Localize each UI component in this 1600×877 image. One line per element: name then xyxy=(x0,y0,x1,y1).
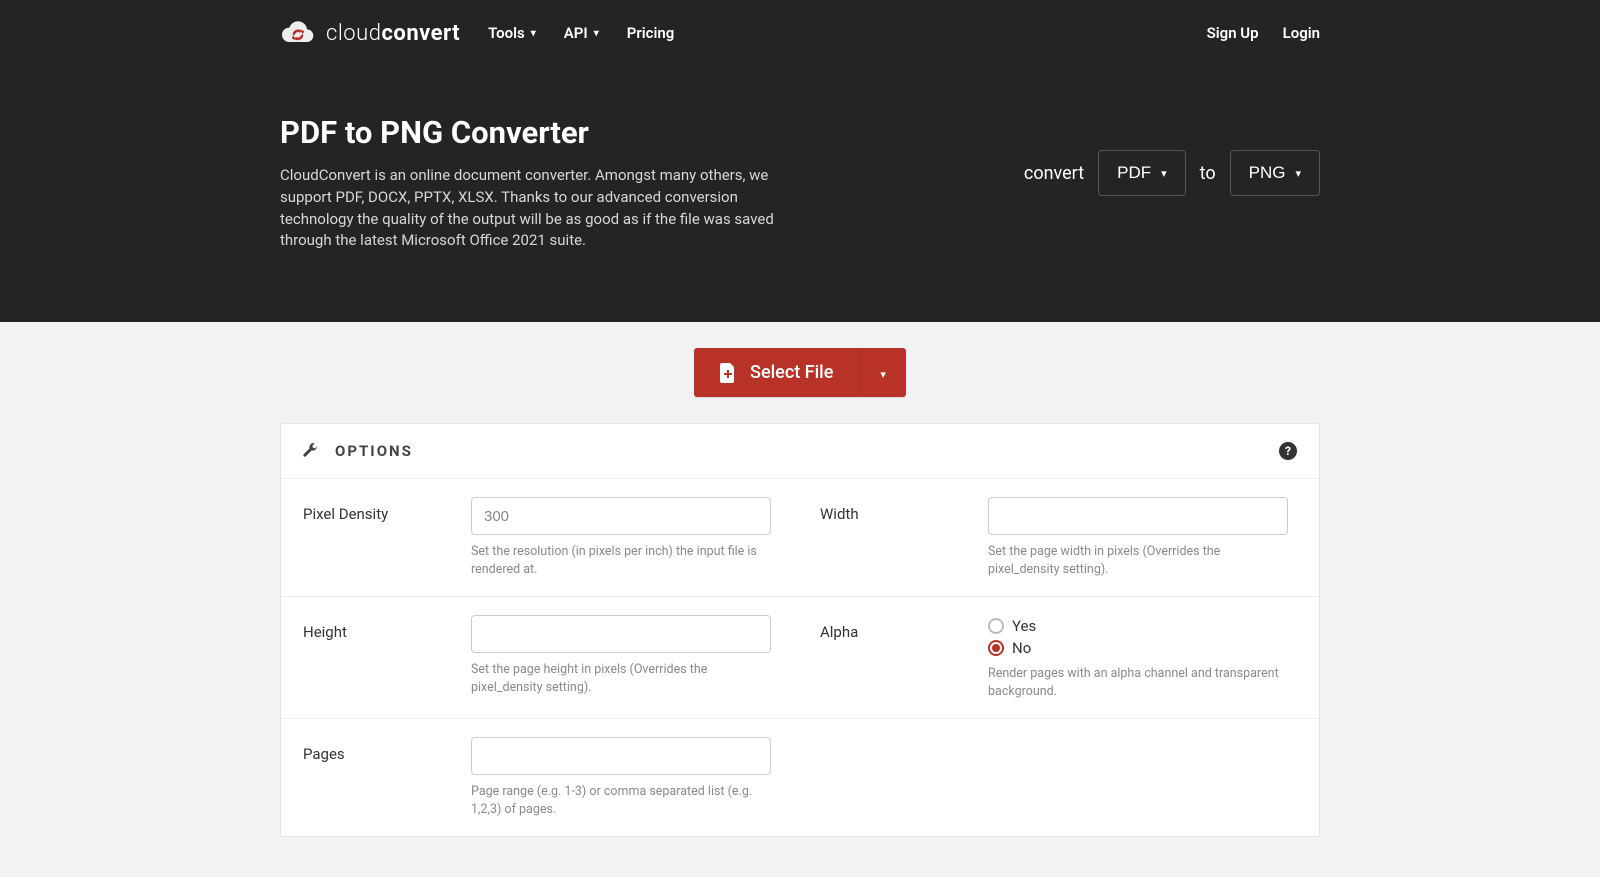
options-title: OPTIONS xyxy=(335,442,413,460)
file-add-icon xyxy=(720,363,736,383)
format-picker: convert PDF▾ to PNG▾ xyxy=(1024,114,1320,196)
nav-login[interactable]: Login xyxy=(1283,24,1320,42)
nav-pricing[interactable]: Pricing xyxy=(627,24,675,42)
help-icon[interactable]: ? xyxy=(1279,442,1297,460)
pages-input[interactable] xyxy=(471,737,771,775)
wrench-icon xyxy=(303,443,319,459)
alpha-label: Alpha xyxy=(820,615,970,700)
select-file-button-group: Select File ▾ xyxy=(694,348,906,397)
pixel-density-help: Set the resolution (in pixels per inch) … xyxy=(471,543,771,578)
alpha-help: Render pages with an alpha channel and t… xyxy=(988,665,1288,700)
radio-icon xyxy=(988,640,1004,656)
nav-api[interactable]: API▾ xyxy=(564,24,599,42)
height-label: Height xyxy=(303,615,453,700)
nav-tools[interactable]: Tools▾ xyxy=(488,24,536,42)
chevron-down-icon: ▾ xyxy=(594,28,599,39)
top-nav: cloudconvert Tools▾ API▾ Pricing Sign Up… xyxy=(0,0,1600,66)
chevron-down-icon: ▾ xyxy=(1161,167,1167,180)
select-file-button[interactable]: Select File xyxy=(694,348,859,397)
convert-label: convert xyxy=(1024,163,1084,184)
width-input[interactable] xyxy=(988,497,1288,535)
pages-label: Pages xyxy=(303,737,453,818)
height-input[interactable] xyxy=(471,615,771,653)
pixel-density-label: Pixel Density xyxy=(303,497,453,578)
chevron-down-icon: ▾ xyxy=(531,28,536,39)
nav-signup[interactable]: Sign Up xyxy=(1207,24,1259,42)
main-nav: Tools▾ API▾ Pricing xyxy=(488,24,674,42)
page-description: CloudConvert is an online document conve… xyxy=(280,165,800,252)
radio-icon xyxy=(988,618,1004,634)
chevron-down-icon: ▾ xyxy=(1295,167,1301,180)
options-panel: OPTIONS ? Pixel Density Set the resoluti… xyxy=(280,423,1320,837)
alpha-no-radio[interactable]: No xyxy=(988,639,1297,657)
logo[interactable]: cloudconvert xyxy=(280,19,460,47)
logo-cloud-icon xyxy=(280,19,316,47)
width-label: Width xyxy=(820,497,970,578)
hero: PDF to PNG Converter CloudConvert is an … xyxy=(0,66,1600,322)
from-format-button[interactable]: PDF▾ xyxy=(1098,150,1186,196)
pixel-density-input[interactable] xyxy=(471,497,771,535)
to-label: to xyxy=(1200,163,1216,184)
select-file-dropdown[interactable]: ▾ xyxy=(859,349,906,396)
to-format-button[interactable]: PNG▾ xyxy=(1230,150,1320,196)
chevron-down-icon: ▾ xyxy=(880,368,886,381)
logo-text: cloudconvert xyxy=(326,21,460,46)
width-help: Set the page width in pixels (Overrides … xyxy=(988,543,1288,578)
alpha-yes-radio[interactable]: Yes xyxy=(988,617,1297,635)
page-title: PDF to PNG Converter xyxy=(280,114,800,151)
height-help: Set the page height in pixels (Overrides… xyxy=(471,661,771,696)
pages-help: Page range (e.g. 1-3) or comma separated… xyxy=(471,783,771,818)
